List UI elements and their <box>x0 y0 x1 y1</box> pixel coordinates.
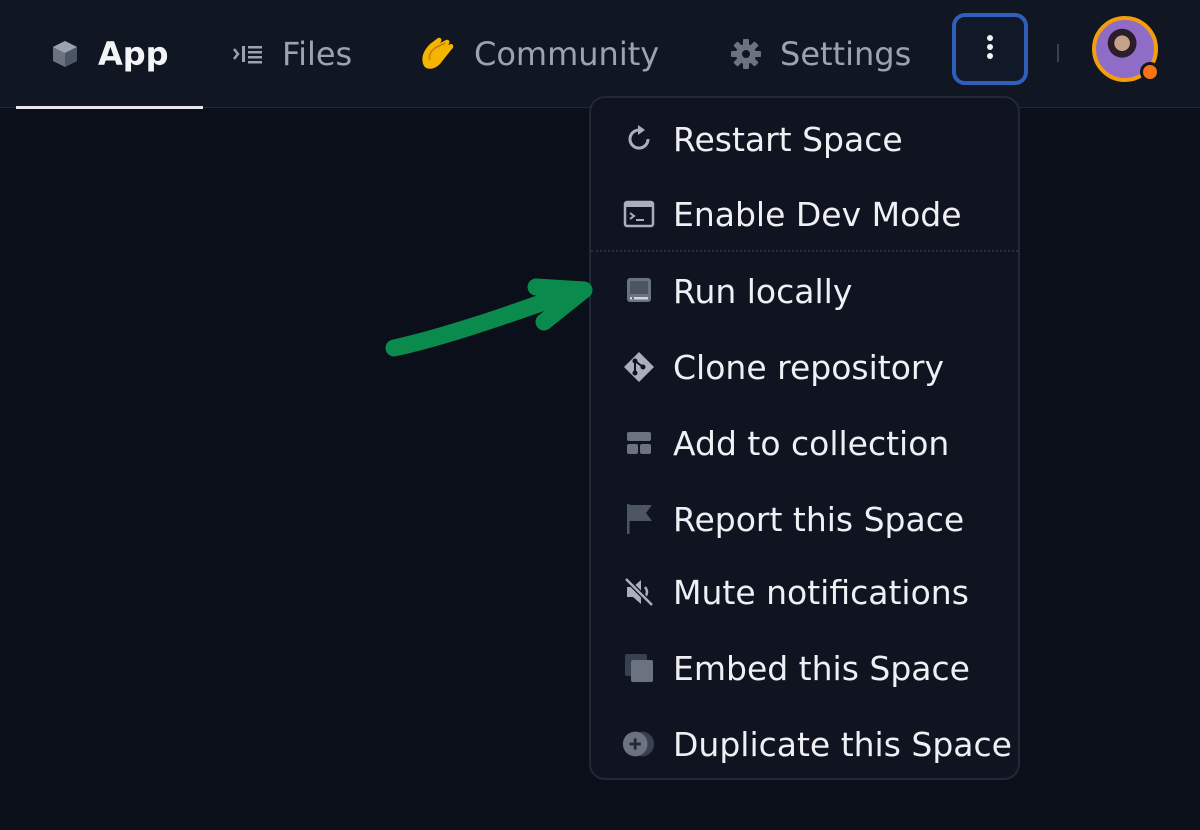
annotation-arrow <box>385 278 593 357</box>
